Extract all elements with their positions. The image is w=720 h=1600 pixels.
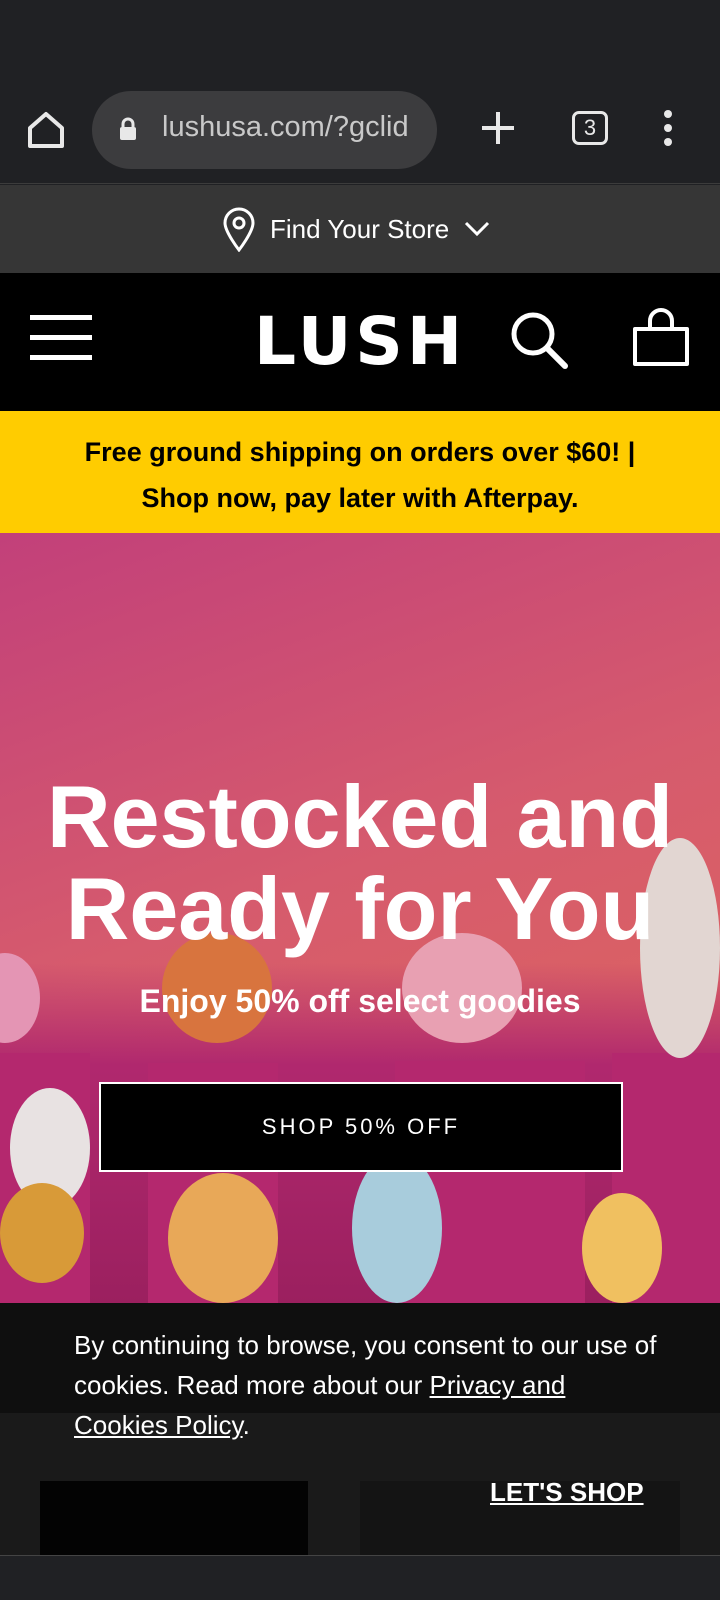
hero-title-line-1: Restocked and <box>47 767 673 866</box>
location-pin-icon <box>223 207 255 252</box>
home-icon[interactable] <box>24 108 68 152</box>
promo-line-1: Free ground shipping on orders over $60!… <box>84 437 636 467</box>
new-tab-icon[interactable] <box>478 108 518 148</box>
gold-figure-image <box>582 1193 662 1303</box>
gold-bow-image <box>0 1183 84 1283</box>
address-bar[interactable]: lushusa.com/?gclid <box>92 91 437 169</box>
product-thumbnail <box>40 1481 308 1555</box>
gift-figure-image <box>168 1173 278 1303</box>
shopping-bag-icon[interactable] <box>630 307 692 369</box>
shop-sale-button[interactable]: SHOP 50% OFF <box>99 1082 623 1172</box>
overflow-menu-icon[interactable] <box>656 108 680 148</box>
lock-icon <box>120 117 136 140</box>
url-text: lushusa.com/?gclid <box>162 111 409 143</box>
cookie-text: By continuing to browse, you consent to … <box>74 1325 664 1445</box>
accept-cookies-button[interactable]: LET'S SHOP <box>490 1477 644 1508</box>
tab-count: 3 <box>583 115 597 140</box>
promo-banner[interactable]: Free ground shipping on orders over $60!… <box>0 411 720 533</box>
browser-toolbar: lushusa.com/?gclid 3 <box>0 80 720 184</box>
cookie-message: By continuing to browse, you consent to … <box>74 1330 657 1400</box>
cookie-consent-banner: By continuing to browse, you consent to … <box>0 1303 720 1555</box>
status-bar <box>0 0 720 80</box>
site-header: LUSH <box>0 273 720 411</box>
hero-subtitle: Enjoy 50% off select goodies <box>139 983 581 1019</box>
tab-switcher-button[interactable]: 3 <box>572 111 608 145</box>
cookie-message-end: . <box>242 1410 250 1440</box>
find-store-label: Find Your Store <box>270 213 450 244</box>
hamburger-menu-icon[interactable] <box>30 315 92 365</box>
search-icon[interactable] <box>508 309 570 371</box>
hero-banner: Restocked and Ready for You Enjoy 50% of… <box>0 533 720 1303</box>
system-navigation-bar <box>0 1555 720 1600</box>
lush-logo[interactable]: LUSH <box>254 303 466 380</box>
promo-line-2: Shop now, pay later with Afterpay. <box>141 483 579 513</box>
hero-title-line-2: Ready for You <box>65 859 655 958</box>
find-store-bar[interactable]: Find Your Store <box>0 185 720 273</box>
chevron-down-icon <box>465 221 490 237</box>
bunny-figure-image <box>352 1153 442 1303</box>
hero-title: Restocked and Ready for You <box>0 771 720 955</box>
